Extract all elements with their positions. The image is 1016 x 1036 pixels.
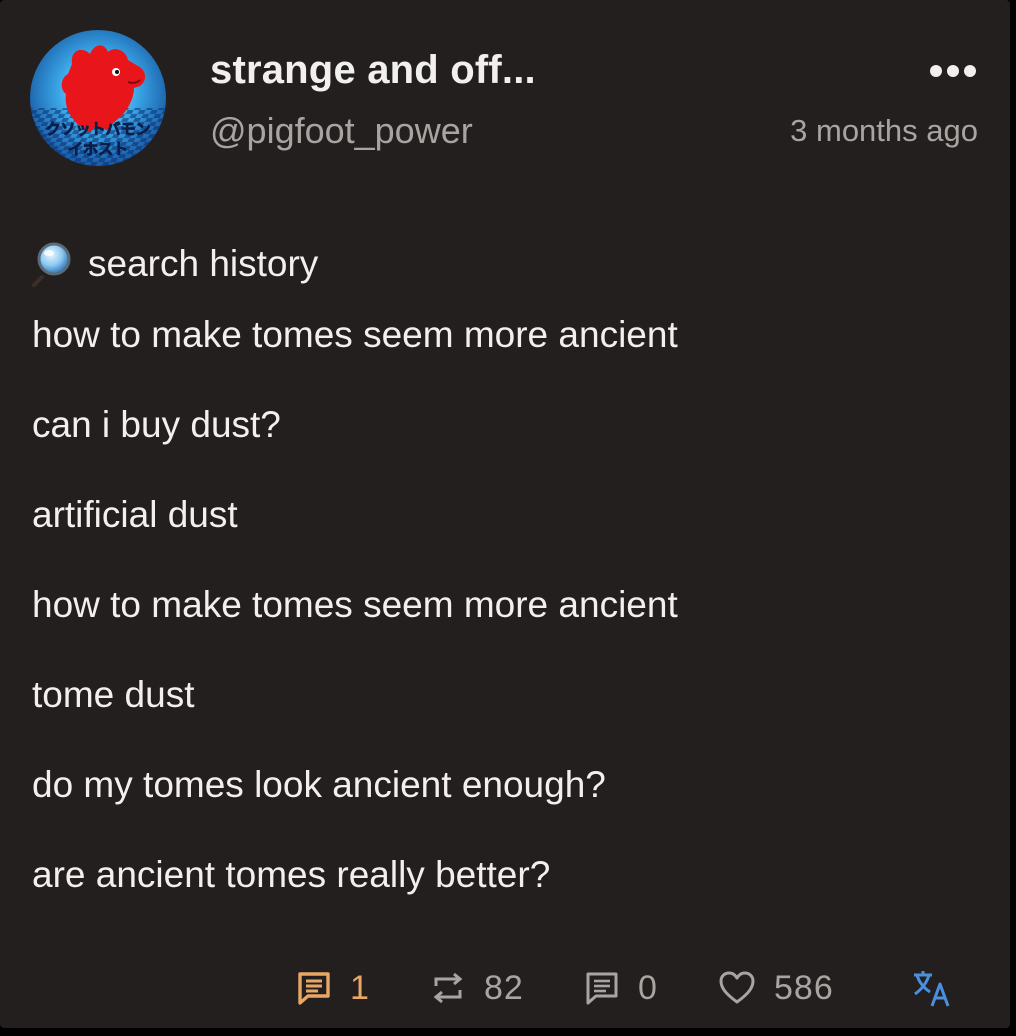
heart-icon [719,971,755,1004]
post-line: can i buy dust? [32,404,281,445]
post-timestamp[interactable]: 3 months ago [790,113,978,149]
post-line: are ancient tomes really better? [32,854,551,895]
post-action-bar: 1 82 0 586 [0,960,1010,1016]
like-count: 586 [774,968,834,1007]
post-card: クソットバモン イホスト strange and off... @pigfoot… [0,0,1010,1028]
post-line: tome dust [32,674,195,715]
more-dots-icon [930,65,976,77]
post-line: do my tomes look ancient enough? [32,764,606,805]
magnifying-glass-icon [32,242,71,287]
like-button[interactable]: 586 [718,966,834,1010]
reply-count: 1 [350,968,370,1007]
comment-icon [586,972,618,1005]
post-body: search history how to make tomes seem mo… [32,219,972,939]
reply-icon [298,972,330,1005]
user-handle[interactable]: @pigfoot_power [210,110,473,152]
avatar[interactable]: クソットバモン イホスト [30,30,166,166]
post-line: artificial dust [32,494,238,535]
svg-text:クソットバモン: クソットバモン [45,120,150,138]
quote-button[interactable]: 0 [584,966,658,1010]
translate-icon [914,971,950,1007]
display-name[interactable]: strange and off... [210,48,536,93]
post-line: how to make tomes seem more ancient [32,584,678,625]
post-line-text: search history [88,243,319,284]
post-line: search history [32,219,972,309]
more-options-button[interactable] [924,56,982,86]
translate-button[interactable] [912,966,952,1010]
reblog-button[interactable]: 82 [430,966,524,1010]
reblog-count: 82 [484,968,524,1007]
quote-count: 0 [638,968,658,1007]
reblog-icon [433,972,463,1004]
reply-button[interactable]: 1 [296,966,370,1010]
post-line: how to make tomes seem more ancient [32,314,678,355]
svg-text:イホスト: イホスト [68,140,128,158]
